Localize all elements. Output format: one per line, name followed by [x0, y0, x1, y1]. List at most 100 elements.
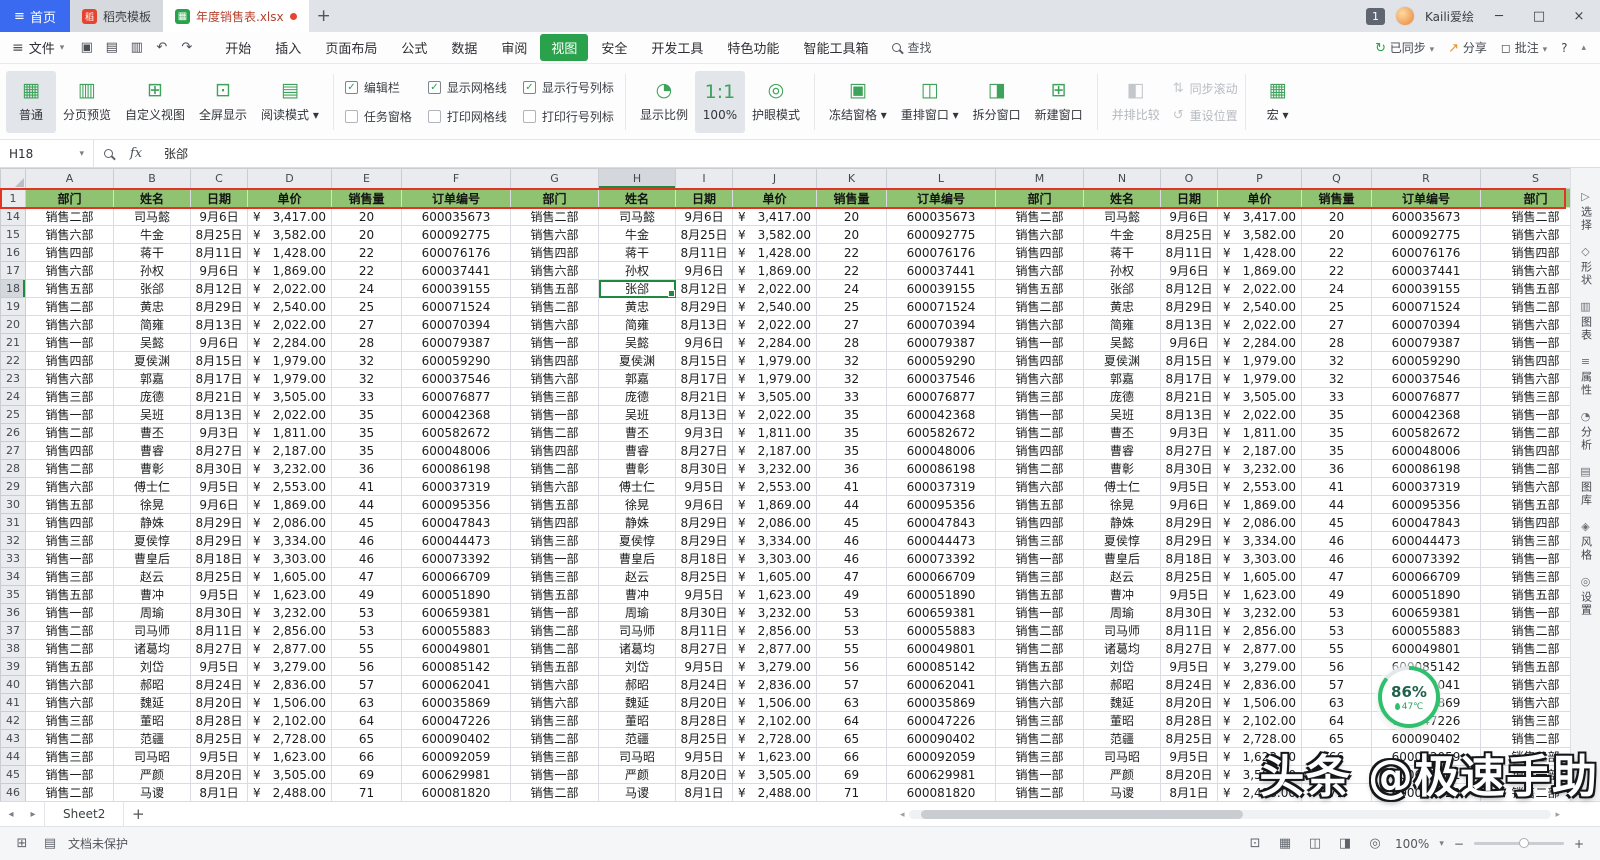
cell[interactable]: ¥3,279.00 [247, 657, 332, 676]
cell[interactable]: 8月20日 [1160, 765, 1218, 784]
cell[interactable]: 600051890 [1371, 585, 1481, 604]
cell[interactable]: 600070394 [401, 315, 511, 334]
cell[interactable]: 销售四部 [510, 351, 599, 370]
cell[interactable]: 傅士仁 [113, 477, 191, 496]
cell[interactable]: 69 [816, 765, 887, 784]
cell[interactable]: 吴懿 [113, 333, 191, 352]
new-tab-button[interactable]: + [309, 0, 339, 32]
cell[interactable]: 600081820 [401, 783, 511, 801]
cell[interactable]: 销售二部 [510, 423, 599, 442]
row-header-33[interactable]: 33 [0, 549, 26, 568]
cell[interactable]: ¥2,086.00 [247, 513, 332, 532]
cell[interactable]: 9月5日 [675, 657, 733, 676]
cell[interactable]: 600049801 [886, 639, 996, 658]
menu-formulas[interactable]: 公式 [390, 34, 438, 61]
cell[interactable]: 8月29日 [1160, 531, 1218, 550]
cell[interactable]: 8月1日 [190, 783, 248, 801]
row-header-37[interactable]: 37 [0, 621, 26, 640]
cell[interactable]: 8月27日 [190, 639, 248, 658]
row-header-28[interactable]: 28 [0, 459, 26, 478]
cell[interactable]: 600085142 [401, 657, 511, 676]
cell[interactable]: 徐晃 [113, 495, 191, 514]
cell[interactable]: 销售二部 [25, 297, 114, 316]
col-header-S[interactable]: S [1480, 168, 1570, 189]
cell[interactable]: 8月18日 [190, 549, 248, 568]
cell[interactable]: 销售二部 [995, 207, 1084, 226]
cell[interactable]: 销售一部 [1480, 333, 1570, 352]
header-cell[interactable]: 销售量 [331, 188, 402, 208]
cell[interactable]: 25 [331, 297, 402, 316]
cell[interactable]: 8月30日 [675, 459, 733, 478]
cell[interactable]: 600629981 [886, 765, 996, 784]
cell[interactable]: 8月30日 [1160, 459, 1218, 478]
cell[interactable]: 8月21日 [190, 387, 248, 406]
col-header-E[interactable]: E [331, 168, 402, 189]
cell[interactable]: 销售三部 [25, 387, 114, 406]
header-cell[interactable]: 单价 [247, 188, 332, 208]
cell[interactable]: 销售五部 [1480, 279, 1570, 298]
cell[interactable]: 600659381 [886, 603, 996, 622]
cell[interactable]: 销售二部 [1480, 297, 1570, 316]
cell[interactable]: 55 [816, 639, 887, 658]
cell[interactable]: 吴懿 [1083, 333, 1161, 352]
cell[interactable]: 8月30日 [1160, 603, 1218, 622]
col-header-R[interactable]: R [1371, 168, 1481, 189]
cell[interactable]: 8月11日 [675, 243, 733, 262]
cell[interactable]: 600035673 [401, 207, 511, 226]
cell[interactable]: 600037441 [1371, 261, 1481, 280]
cell[interactable]: 蒋干 [113, 243, 191, 262]
panel-shapes[interactable]: ◇ 形状 [1578, 245, 1594, 287]
cell[interactable]: 傅士仁 [598, 477, 676, 496]
cell[interactable]: 8月13日 [190, 315, 248, 334]
cell[interactable]: ¥2,102.00 [1217, 711, 1302, 730]
cell[interactable]: 傅士仁 [1083, 477, 1161, 496]
cell[interactable]: 20 [1301, 225, 1372, 244]
col-header-O[interactable]: O [1160, 168, 1218, 189]
cell[interactable]: 范疆 [1083, 729, 1161, 748]
cell[interactable]: 销售一部 [25, 765, 114, 784]
comment-button[interactable]: ◻ 批注 ▾ [1501, 39, 1547, 56]
header-cell[interactable]: 订单编号 [1371, 188, 1481, 208]
cell[interactable]: 22 [331, 261, 402, 280]
row-header-40[interactable]: 40 [0, 675, 26, 694]
row-header-45[interactable]: 45 [0, 765, 26, 784]
cell[interactable]: 夏侯惇 [1083, 531, 1161, 550]
cell[interactable]: ¥3,334.00 [247, 531, 332, 550]
print-headings-checkbox[interactable]: ✓ [522, 109, 536, 123]
menu-special-features[interactable]: 特色功能 [716, 34, 790, 61]
cell[interactable]: 销售五部 [25, 279, 114, 298]
cell[interactable]: 庞德 [1083, 387, 1161, 406]
cell[interactable]: 8月30日 [190, 603, 248, 622]
header-cell[interactable]: 单价 [1217, 188, 1302, 208]
cell[interactable]: 36 [1301, 459, 1372, 478]
cell[interactable]: 36 [331, 459, 402, 478]
cell[interactable]: 孙权 [113, 261, 191, 280]
col-header-B[interactable]: B [113, 168, 191, 189]
cell[interactable]: 27 [1301, 315, 1372, 334]
cell[interactable]: 9月6日 [1160, 261, 1218, 280]
cell[interactable]: 诸葛均 [113, 639, 191, 658]
cell[interactable]: 22 [1301, 261, 1372, 280]
formula-input[interactable]: 张郃 [150, 145, 188, 162]
cell[interactable]: 销售四部 [995, 513, 1084, 532]
cell[interactable]: 销售一部 [995, 603, 1084, 622]
freeze-panes-button[interactable]: ▣ 冻结窗格 ▾ [822, 71, 894, 133]
cell[interactable]: 600044473 [1371, 531, 1481, 550]
cell[interactable]: 600066709 [1371, 567, 1481, 586]
help-button[interactable]: ? [1561, 41, 1567, 55]
cell[interactable]: 8月27日 [190, 441, 248, 460]
cell[interactable]: ¥2,877.00 [1217, 639, 1302, 658]
cell[interactable]: 销售四部 [1480, 351, 1570, 370]
cell[interactable]: ¥1,979.00 [1217, 369, 1302, 388]
cell[interactable]: 8月30日 [190, 459, 248, 478]
add-sheet-button[interactable]: + [124, 805, 152, 823]
eye-protection-button[interactable]: ◎ 护眼模式 [745, 71, 807, 133]
cell[interactable]: 销售六部 [995, 369, 1084, 388]
cell[interactable]: 600044473 [886, 531, 996, 550]
cell[interactable]: 600049801 [401, 639, 511, 658]
cell[interactable]: 9月6日 [190, 333, 248, 352]
cell[interactable]: ¥2,856.00 [1217, 621, 1302, 640]
cell[interactable]: 销售二部 [510, 621, 599, 640]
cell[interactable]: ¥2,553.00 [732, 477, 817, 496]
cell[interactable]: 9月5日 [1160, 657, 1218, 676]
